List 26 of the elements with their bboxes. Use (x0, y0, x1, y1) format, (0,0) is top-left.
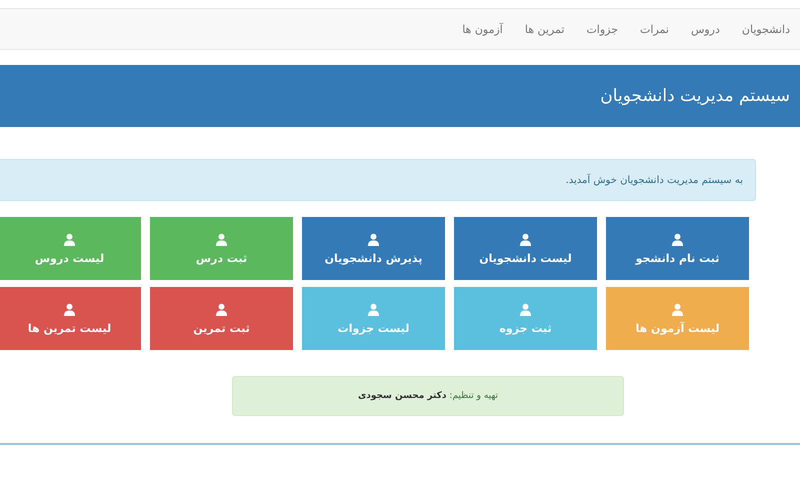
menu-tile[interactable]: لیست دروس (0, 217, 141, 280)
nav-link[interactable]: دانشجویان (742, 22, 790, 36)
menu-tile[interactable]: پذیرش دانشجویان (302, 217, 445, 280)
user-icon (519, 232, 532, 246)
menu-tile[interactable]: لیست تمرین ها (0, 287, 141, 350)
menu-tile[interactable]: ثبت نام دانشجو (606, 217, 749, 280)
user-icon (671, 302, 684, 316)
nav-link[interactable]: دروس (690, 22, 720, 36)
welcome-message: به سیستم مدیریت دانشجویان خوش آمدید. (566, 174, 743, 186)
nav-link[interactable]: آزمون ها (462, 22, 503, 36)
user-icon (367, 232, 380, 246)
menu-tile[interactable]: ثبت تمرین (150, 287, 293, 350)
user-icon (519, 302, 532, 316)
menu-tile[interactable]: ثبت درس (150, 217, 293, 280)
nav-link[interactable]: جزوات (586, 22, 618, 36)
user-icon (367, 302, 380, 316)
nav-link[interactable]: نمرات (640, 22, 669, 36)
credits-text: تهیه و تنظیم: دکتر محسن سجودی (358, 391, 498, 401)
user-icon (63, 232, 76, 246)
page-title: سیستم مدیریت دانشجویان (600, 86, 790, 106)
menu-tile[interactable]: لیست دانشجویان (454, 217, 597, 280)
user-icon (63, 302, 76, 316)
nav-link[interactable]: تمرین ها (524, 22, 564, 36)
user-icon (671, 232, 684, 246)
user-icon (215, 302, 228, 316)
user-icon (215, 232, 228, 246)
